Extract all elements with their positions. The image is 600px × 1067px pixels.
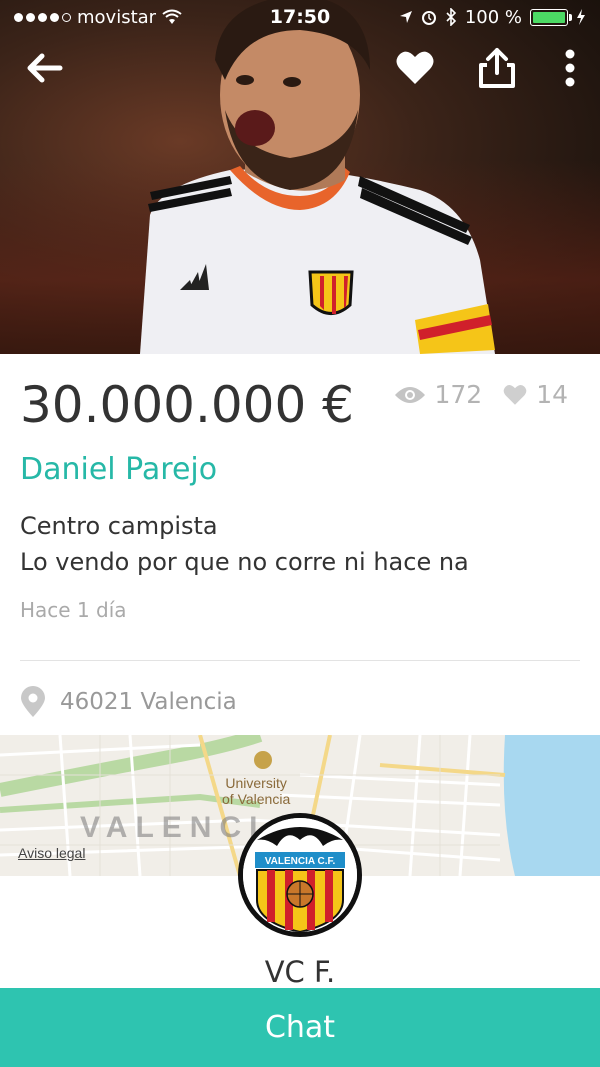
back-button[interactable]: [20, 44, 68, 92]
heart-icon: [396, 51, 434, 84]
favorite-button[interactable]: [391, 44, 439, 92]
map-label-university: University of Valencia: [222, 775, 290, 807]
posted-time: Hace 1 día: [20, 598, 127, 622]
seller-name[interactable]: VC F.: [0, 955, 600, 989]
crest-text: VALENCIA C.F.: [265, 856, 336, 867]
battery-icon: [530, 8, 572, 26]
arrow-left-icon: [27, 53, 63, 83]
product-photo[interactable]: movistar 17:50 100 %: [0, 0, 600, 354]
clock: 17:50: [269, 6, 331, 28]
status-bar: movistar 17:50 100 %: [0, 0, 600, 34]
more-button[interactable]: [546, 44, 594, 92]
chat-button[interactable]: Chat: [0, 988, 600, 1067]
legal-link[interactable]: Aviso legal: [18, 845, 85, 861]
likes-stat: 14: [502, 380, 568, 409]
likes-count: 14: [536, 380, 568, 409]
views-count: 172: [434, 380, 483, 409]
share-icon: [479, 48, 515, 88]
heart-icon: [503, 384, 527, 405]
description-line: Centro campista: [20, 512, 218, 540]
map-label-line: University: [225, 775, 287, 791]
location-text: 46021 Valencia: [60, 689, 237, 715]
more-vertical-icon: [565, 49, 575, 87]
divider: [20, 660, 580, 661]
share-button[interactable]: [473, 44, 521, 92]
map-pin-icon: [21, 686, 45, 717]
listing-stats: 172 14: [394, 380, 568, 409]
map-label-city: VALENCI: [80, 811, 266, 844]
seller-avatar[interactable]: VALENCIA C.F.: [238, 813, 362, 937]
map-label-line: of Valencia: [222, 791, 291, 807]
chat-button-label: Chat: [264, 1010, 336, 1045]
listing-description: Centro campista Lo vendo por que no corr…: [20, 508, 469, 580]
listing-title: Daniel Parejo: [20, 452, 218, 487]
views-stat: 172: [394, 380, 482, 409]
price: 30.000.000 €: [20, 376, 354, 434]
description-line: Lo vendo por que no corre ni hace na: [20, 548, 469, 576]
eye-icon: [395, 386, 426, 403]
valencia-crest-icon: VALENCIA C.F.: [243, 818, 357, 932]
location-row: 46021 Valencia: [20, 686, 237, 718]
